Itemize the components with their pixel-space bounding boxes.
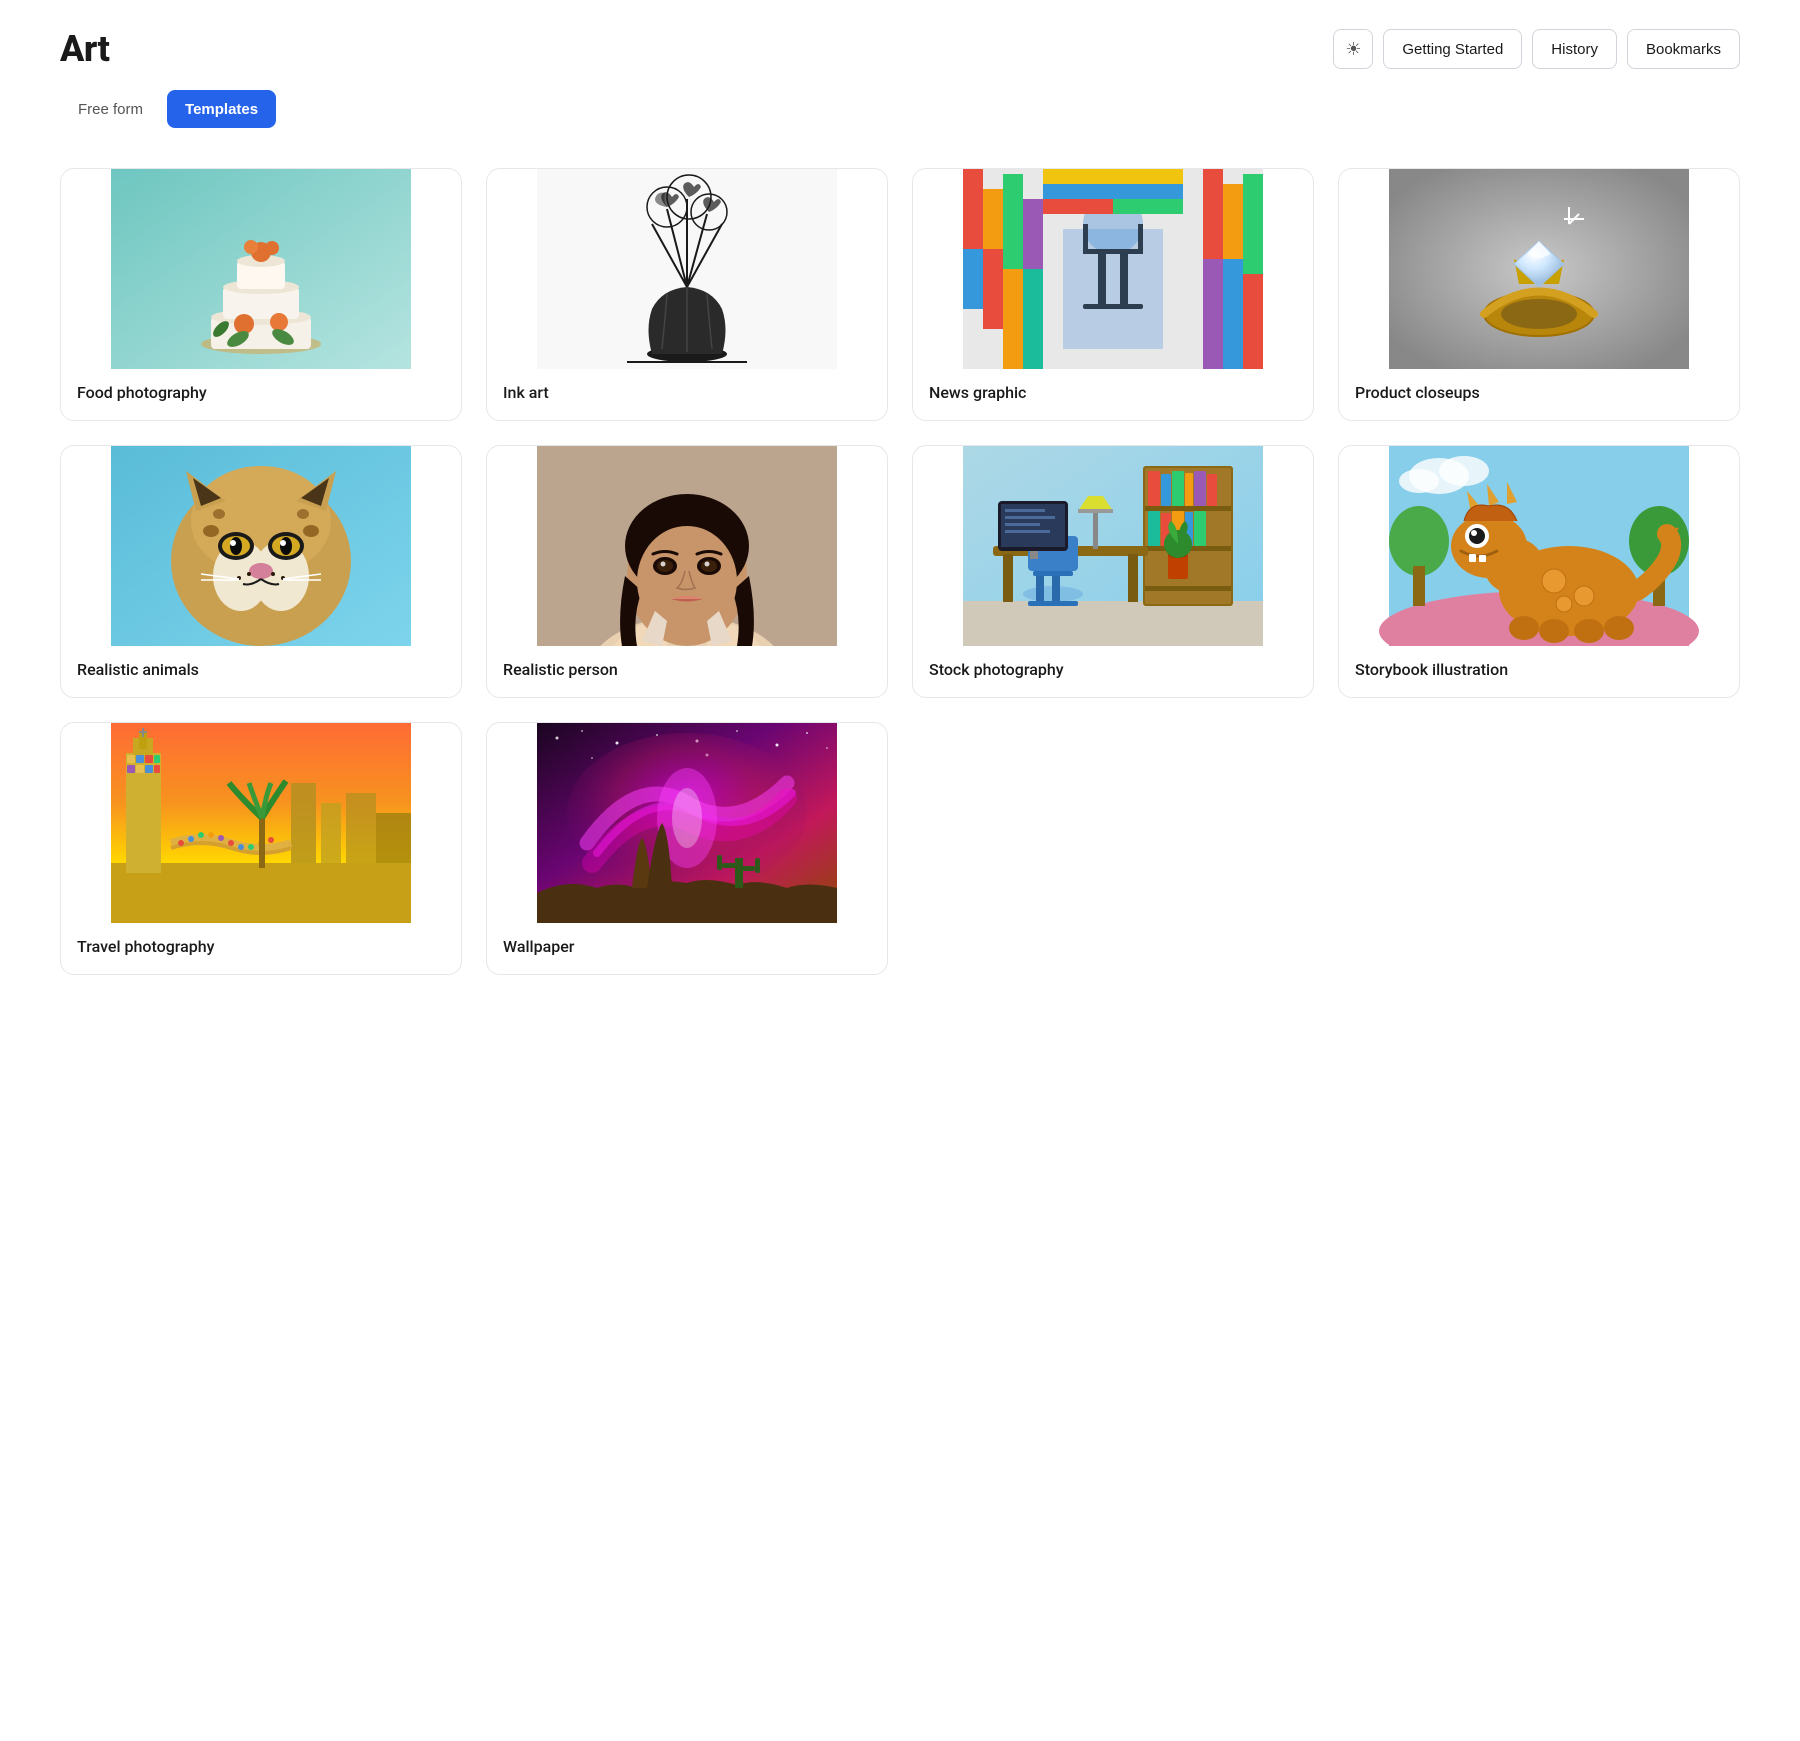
template-grid: Food photography <box>60 168 1740 975</box>
card-storybook-illustration[interactable]: Storybook illustration <box>1338 445 1740 698</box>
card-product-closeups-label: Product closeups <box>1339 369 1739 402</box>
card-realistic-person-label: Realistic person <box>487 646 887 679</box>
card-food-photography-label: Food photography <box>61 369 461 402</box>
card-stock-photography[interactable]: Stock photography <box>912 445 1314 698</box>
card-realistic-animals[interactable]: Realistic animals <box>60 445 462 698</box>
card-product-closeups-image <box>1339 169 1739 369</box>
sun-icon: ☀ <box>1345 39 1361 60</box>
tabs-bar: Free form Templates <box>0 70 1800 128</box>
card-ink-art-image <box>487 169 887 369</box>
card-realistic-person-image <box>487 446 887 646</box>
card-realistic-person[interactable]: Realistic person <box>486 445 888 698</box>
card-product-closeups[interactable]: Product closeups <box>1338 168 1740 421</box>
card-food-photography[interactable]: Food photography <box>60 168 462 421</box>
card-wallpaper-label: Wallpaper <box>487 923 887 956</box>
card-news-graphic-label: News graphic <box>913 369 1313 402</box>
card-stock-photography-image <box>913 446 1313 646</box>
history-button[interactable]: History <box>1532 29 1617 69</box>
card-news-graphic-image <box>913 169 1313 369</box>
card-storybook-illustration-image <box>1339 446 1739 646</box>
card-stock-photography-label: Stock photography <box>913 646 1313 679</box>
card-realistic-animals-label: Realistic animals <box>61 646 461 679</box>
header: Art ☀ Getting Started History Bookmarks <box>0 0 1800 70</box>
card-ink-art-label: Ink art <box>487 369 887 402</box>
tab-templates[interactable]: Templates <box>167 90 276 128</box>
page-title: Art <box>60 28 109 70</box>
card-wallpaper[interactable]: Wallpaper <box>486 722 888 975</box>
card-travel-photography-image <box>61 723 461 923</box>
card-wallpaper-image <box>487 723 887 923</box>
card-ink-art[interactable]: Ink art <box>486 168 888 421</box>
card-travel-photography[interactable]: Travel photography <box>60 722 462 975</box>
card-travel-photography-label: Travel photography <box>61 923 461 956</box>
card-realistic-animals-image <box>61 446 461 646</box>
theme-toggle-button[interactable]: ☀ <box>1333 29 1373 69</box>
getting-started-button[interactable]: Getting Started <box>1383 29 1522 69</box>
card-news-graphic[interactable]: News graphic <box>912 168 1314 421</box>
card-food-photography-image <box>61 169 461 369</box>
card-storybook-illustration-label: Storybook illustration <box>1339 646 1739 679</box>
bookmarks-button[interactable]: Bookmarks <box>1627 29 1740 69</box>
header-actions: ☀ Getting Started History Bookmarks <box>1333 29 1740 69</box>
tab-free-form[interactable]: Free form <box>60 90 161 128</box>
template-grid-section: Food photography <box>0 128 1800 975</box>
